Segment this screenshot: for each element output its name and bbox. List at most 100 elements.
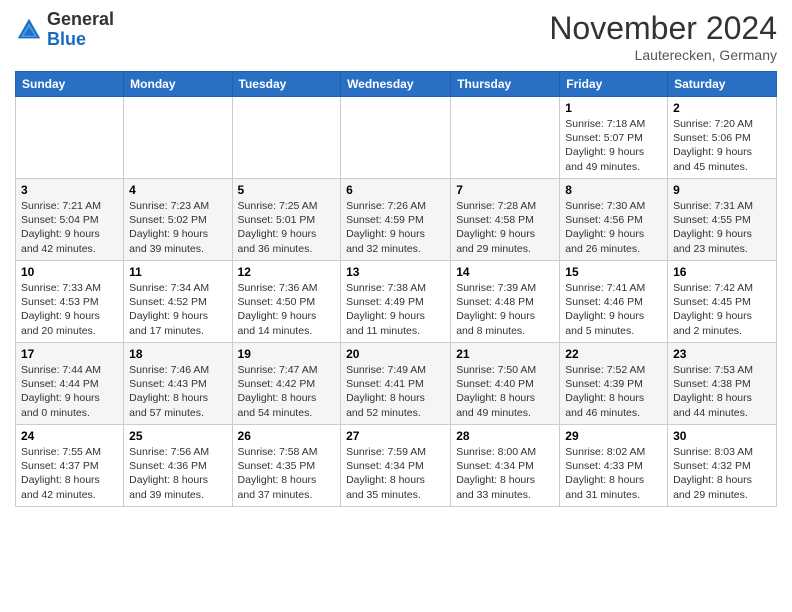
day-info: Sunrise: 7:18 AM Sunset: 5:07 PM Dayligh… — [565, 117, 662, 174]
location: Lauterecken, Germany — [549, 47, 777, 63]
weekday-header-wednesday: Wednesday — [341, 72, 451, 97]
calendar-cell — [232, 97, 341, 179]
calendar-cell: 25Sunrise: 7:56 AM Sunset: 4:36 PM Dayli… — [124, 425, 232, 507]
day-number: 30 — [673, 429, 771, 443]
day-info: Sunrise: 7:38 AM Sunset: 4:49 PM Dayligh… — [346, 281, 445, 338]
calendar-cell: 13 Sunrise: 7:38 AM Sunset: 4:49 PM Dayli… — [341, 261, 451, 343]
day-info: Sunrise: 7:56 AM Sunset: 4:36 PM Dayligh… — [129, 445, 226, 502]
calendar-cell: 16 Sunrise: 7:42 AM Sunset: 4:45 PM Dayli… — [668, 261, 777, 343]
page-container: General Blue November 2024 Lauterecken, … — [0, 0, 792, 512]
day-number: 29 — [565, 429, 662, 443]
day-info: Sunrise: 7:21 AM Sunset: 5:04 PM Dayligh… — [21, 199, 118, 256]
calendar-cell: 3 Sunrise: 7:21 AM Sunset: 5:04 PM Daylig… — [16, 179, 124, 261]
day-number: 15 — [565, 265, 662, 279]
day-number: 26 — [238, 429, 336, 443]
calendar-cell: 12 Sunrise: 7:36 AM Sunset: 4:50 PM Dayli… — [232, 261, 341, 343]
weekday-header-thursday: Thursday — [451, 72, 560, 97]
logo-general-text: General — [47, 10, 114, 30]
day-info: Sunrise: 8:02 AM Sunset: 4:33 PM Dayligh… — [565, 445, 662, 502]
day-info: Sunrise: 7:49 AM Sunset: 4:41 PM Dayligh… — [346, 363, 445, 420]
calendar-cell: 8Sunrise: 7:30 AM Sunset: 4:56 PM Daylig… — [560, 179, 668, 261]
day-info: Sunrise: 7:47 AM Sunset: 4:42 PM Dayligh… — [238, 363, 336, 420]
calendar-cell: 19 Sunrise: 7:47 AM Sunset: 4:42 PM Dayli… — [232, 343, 341, 425]
day-info: Sunrise: 7:20 AM Sunset: 5:06 PM Dayligh… — [673, 117, 771, 174]
day-info: Sunrise: 7:26 AM Sunset: 4:59 PM Dayligh… — [346, 199, 445, 256]
calendar-cell: 14Sunrise: 7:39 AM Sunset: 4:48 PM Dayli… — [451, 261, 560, 343]
day-info: Sunrise: 7:53 AM Sunset: 4:38 PM Dayligh… — [673, 363, 771, 420]
calendar-week-0: 1 Sunrise: 7:18 AM Sunset: 5:07 PM Daylig… — [16, 97, 777, 179]
month-title: November 2024 — [549, 10, 777, 47]
calendar-cell: 6 Sunrise: 7:26 AM Sunset: 4:59 PM Daylig… — [341, 179, 451, 261]
day-number: 19 — [238, 347, 336, 361]
day-number: 12 — [238, 265, 336, 279]
day-number: 2 — [673, 101, 771, 115]
calendar-cell — [341, 97, 451, 179]
weekday-header-monday: Monday — [124, 72, 232, 97]
day-number: 24 — [21, 429, 118, 443]
day-number: 8 — [565, 183, 662, 197]
calendar-body: 1 Sunrise: 7:18 AM Sunset: 5:07 PM Daylig… — [16, 97, 777, 507]
calendar-cell: 28Sunrise: 8:00 AM Sunset: 4:34 PM Dayli… — [451, 425, 560, 507]
day-number: 9 — [673, 183, 771, 197]
calendar-cell: 15 Sunrise: 7:41 AM Sunset: 4:46 PM Dayli… — [560, 261, 668, 343]
logo: General Blue — [15, 10, 114, 50]
calendar-header: SundayMondayTuesdayWednesdayThursdayFrid… — [16, 72, 777, 97]
day-info: Sunrise: 7:39 AM Sunset: 4:48 PM Dayligh… — [456, 281, 554, 338]
day-number: 5 — [238, 183, 336, 197]
calendar-cell: 5Sunrise: 7:25 AM Sunset: 5:01 PM Daylig… — [232, 179, 341, 261]
calendar-cell: 23 Sunrise: 7:53 AM Sunset: 4:38 PM Dayli… — [668, 343, 777, 425]
day-number: 6 — [346, 183, 445, 197]
calendar-week-3: 17 Sunrise: 7:44 AM Sunset: 4:44 PM Dayli… — [16, 343, 777, 425]
day-info: Sunrise: 7:41 AM Sunset: 4:46 PM Dayligh… — [565, 281, 662, 338]
calendar-cell — [451, 97, 560, 179]
day-info: Sunrise: 7:44 AM Sunset: 4:44 PM Dayligh… — [21, 363, 118, 420]
day-number: 17 — [21, 347, 118, 361]
calendar-cell: 11 Sunrise: 7:34 AM Sunset: 4:52 PM Dayli… — [124, 261, 232, 343]
weekday-header-tuesday: Tuesday — [232, 72, 341, 97]
day-info: Sunrise: 7:36 AM Sunset: 4:50 PM Dayligh… — [238, 281, 336, 338]
weekday-header-friday: Friday — [560, 72, 668, 97]
day-number: 23 — [673, 347, 771, 361]
calendar-cell — [124, 97, 232, 179]
day-number: 11 — [129, 265, 226, 279]
calendar-cell: 21 Sunrise: 7:50 AM Sunset: 4:40 PM Dayli… — [451, 343, 560, 425]
header: General Blue November 2024 Lauterecken, … — [15, 10, 777, 63]
day-number: 22 — [565, 347, 662, 361]
day-info: Sunrise: 7:46 AM Sunset: 4:43 PM Dayligh… — [129, 363, 226, 420]
day-info: Sunrise: 7:52 AM Sunset: 4:39 PM Dayligh… — [565, 363, 662, 420]
calendar-cell: 20 Sunrise: 7:49 AM Sunset: 4:41 PM Dayli… — [341, 343, 451, 425]
day-number: 13 — [346, 265, 445, 279]
title-section: November 2024 Lauterecken, Germany — [549, 10, 777, 63]
day-info: Sunrise: 7:23 AM Sunset: 5:02 PM Dayligh… — [129, 199, 226, 256]
day-number: 1 — [565, 101, 662, 115]
weekday-header-sunday: Sunday — [16, 72, 124, 97]
day-info: Sunrise: 7:50 AM Sunset: 4:40 PM Dayligh… — [456, 363, 554, 420]
day-info: Sunrise: 7:28 AM Sunset: 4:58 PM Dayligh… — [456, 199, 554, 256]
weekday-header-saturday: Saturday — [668, 72, 777, 97]
day-number: 21 — [456, 347, 554, 361]
calendar-table: SundayMondayTuesdayWednesdayThursdayFrid… — [15, 71, 777, 507]
calendar-cell: 1 Sunrise: 7:18 AM Sunset: 5:07 PM Daylig… — [560, 97, 668, 179]
day-number: 4 — [129, 183, 226, 197]
day-number: 18 — [129, 347, 226, 361]
day-number: 3 — [21, 183, 118, 197]
day-info: Sunrise: 7:58 AM Sunset: 4:35 PM Dayligh… — [238, 445, 336, 502]
logo-text: General Blue — [47, 10, 114, 50]
calendar-week-1: 3 Sunrise: 7:21 AM Sunset: 5:04 PM Daylig… — [16, 179, 777, 261]
day-info: Sunrise: 7:34 AM Sunset: 4:52 PM Dayligh… — [129, 281, 226, 338]
day-number: 7 — [456, 183, 554, 197]
day-info: Sunrise: 7:55 AM Sunset: 4:37 PM Dayligh… — [21, 445, 118, 502]
calendar-cell: 18 Sunrise: 7:46 AM Sunset: 4:43 PM Dayli… — [124, 343, 232, 425]
calendar-week-4: 24 Sunrise: 7:55 AM Sunset: 4:37 PM Dayli… — [16, 425, 777, 507]
day-info: Sunrise: 7:31 AM Sunset: 4:55 PM Dayligh… — [673, 199, 771, 256]
calendar-cell: 17 Sunrise: 7:44 AM Sunset: 4:44 PM Dayli… — [16, 343, 124, 425]
calendar-cell: 27Sunrise: 7:59 AM Sunset: 4:34 PM Dayli… — [341, 425, 451, 507]
calendar-cell: 2 Sunrise: 7:20 AM Sunset: 5:06 PM Daylig… — [668, 97, 777, 179]
day-info: Sunrise: 8:03 AM Sunset: 4:32 PM Dayligh… — [673, 445, 771, 502]
day-info: Sunrise: 8:00 AM Sunset: 4:34 PM Dayligh… — [456, 445, 554, 502]
day-number: 20 — [346, 347, 445, 361]
calendar-cell: 4 Sunrise: 7:23 AM Sunset: 5:02 PM Daylig… — [124, 179, 232, 261]
day-info: Sunrise: 7:42 AM Sunset: 4:45 PM Dayligh… — [673, 281, 771, 338]
calendar-week-2: 10Sunrise: 7:33 AM Sunset: 4:53 PM Dayli… — [16, 261, 777, 343]
day-number: 16 — [673, 265, 771, 279]
